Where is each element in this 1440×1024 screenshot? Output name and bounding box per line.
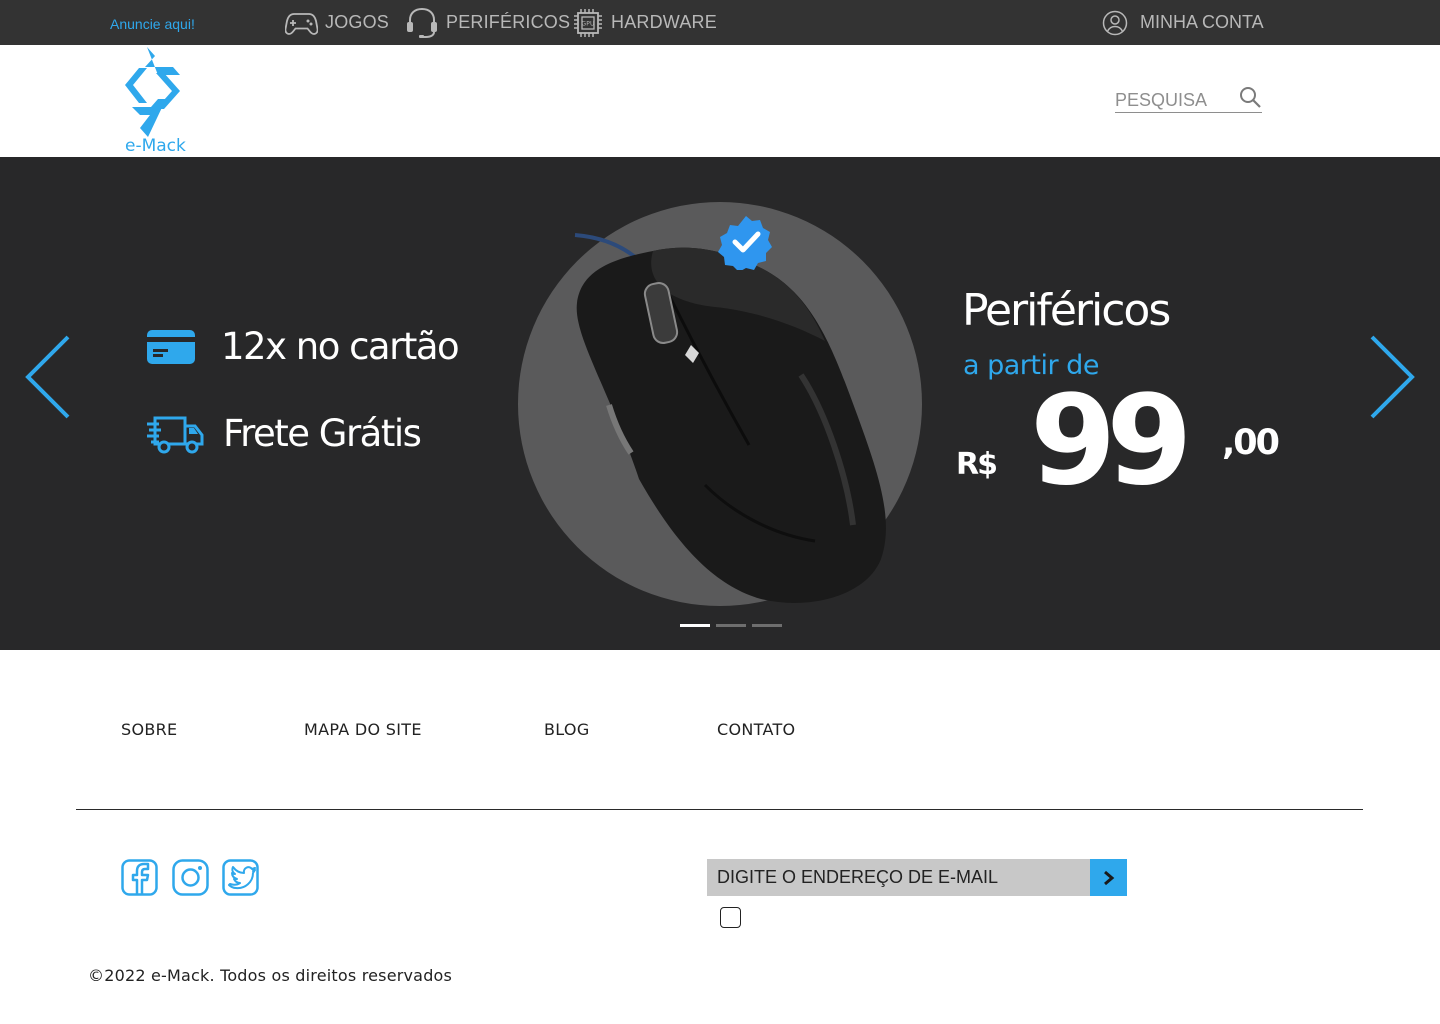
newsletter-submit-button[interactable]: [1090, 859, 1127, 896]
price-integer: 99: [1030, 369, 1193, 513]
footer-link-blog[interactable]: BLOG: [544, 720, 590, 739]
nav-item-hardware[interactable]: GPU HARDWARE: [572, 6, 717, 39]
footer-link-contato[interactable]: CONTATO: [717, 720, 795, 739]
nav-item-jogos[interactable]: JOGOS: [285, 6, 389, 39]
feature-installments-label: 12x no cartão: [221, 325, 460, 368]
site-header: e-Mack: [0, 45, 1440, 157]
footer-link-mapa-do-site[interactable]: MAPA DO SITE: [304, 720, 422, 739]
logo-mark-icon: [125, 47, 180, 137]
credit-card-icon: [147, 329, 195, 364]
logo-text: e-Mack: [125, 136, 186, 156]
chevron-left-icon: [25, 335, 70, 419]
svg-text:GPU: GPU: [581, 20, 594, 27]
my-account-link[interactable]: MINHA CONTA: [1102, 6, 1264, 39]
user-circle-icon: [1102, 10, 1128, 35]
twitter-icon: [222, 859, 259, 896]
twitter-link[interactable]: [222, 859, 259, 896]
price-decimal: ,00: [1222, 423, 1280, 463]
hero-title: Periféricos: [962, 285, 1171, 336]
carousel-dot-3[interactable]: [752, 624, 782, 627]
copyright-text: ©2022 e-Mack. Todos os direitos reservad…: [88, 966, 453, 985]
nav-label-jogos: JOGOS: [325, 12, 390, 32]
instagram-link[interactable]: [172, 859, 209, 896]
chevron-right-icon: [1103, 870, 1114, 885]
search-button[interactable]: [1238, 85, 1262, 109]
facebook-link[interactable]: [121, 859, 158, 896]
computer-mouse-image: [574, 233, 886, 603]
site-logo[interactable]: e-Mack: [118, 47, 190, 156]
feature-installments: 12x no cartão: [147, 325, 460, 368]
search-box: [1115, 83, 1262, 113]
top-bar: Anuncie aqui! JOGOS PERIFÉRICOS GPU HARD…: [0, 0, 1440, 45]
instagram-icon: [172, 859, 209, 896]
carousel-next-button[interactable]: [1366, 334, 1418, 420]
advertise-link[interactable]: Anuncie aqui!: [110, 16, 195, 32]
feature-free-shipping: Frete Grátis: [147, 412, 422, 455]
headset-icon: [407, 7, 437, 38]
footer-divider: [76, 809, 1363, 810]
newsletter-email-input[interactable]: [707, 859, 1090, 896]
facebook-icon: [121, 859, 158, 896]
gamepad-icon: [285, 12, 318, 35]
gpu-chip-icon: GPU: [574, 8, 602, 37]
search-icon: [1240, 87, 1261, 108]
carousel-indicators: [680, 624, 782, 627]
hero-banner: 12x no cartão Frete Grátis Periféricos a…: [0, 157, 1440, 650]
search-input[interactable]: [1115, 89, 1233, 111]
feature-free-shipping-label: Frete Grátis: [223, 412, 422, 455]
carousel-dot-2[interactable]: [716, 624, 746, 627]
footer-link-sobre[interactable]: SOBRE: [121, 720, 177, 739]
nav-label-hardware: HARDWARE: [611, 12, 717, 32]
price-currency: R$: [956, 447, 998, 482]
delivery-truck-icon: [147, 416, 204, 453]
my-account-label: MINHA CONTA: [1140, 12, 1264, 32]
nav-label-perifericos: PERIFÉRICOS: [446, 12, 571, 32]
newsletter-form: [707, 859, 1127, 896]
carousel-prev-button[interactable]: [22, 334, 74, 420]
verified-badge-icon: [718, 216, 772, 270]
newsletter-consent-checkbox[interactable]: [720, 907, 741, 928]
nav-item-perifericos[interactable]: PERIFÉRICOS: [405, 6, 570, 39]
chevron-right-icon: [1370, 335, 1415, 419]
carousel-dot-1[interactable]: [680, 624, 710, 627]
